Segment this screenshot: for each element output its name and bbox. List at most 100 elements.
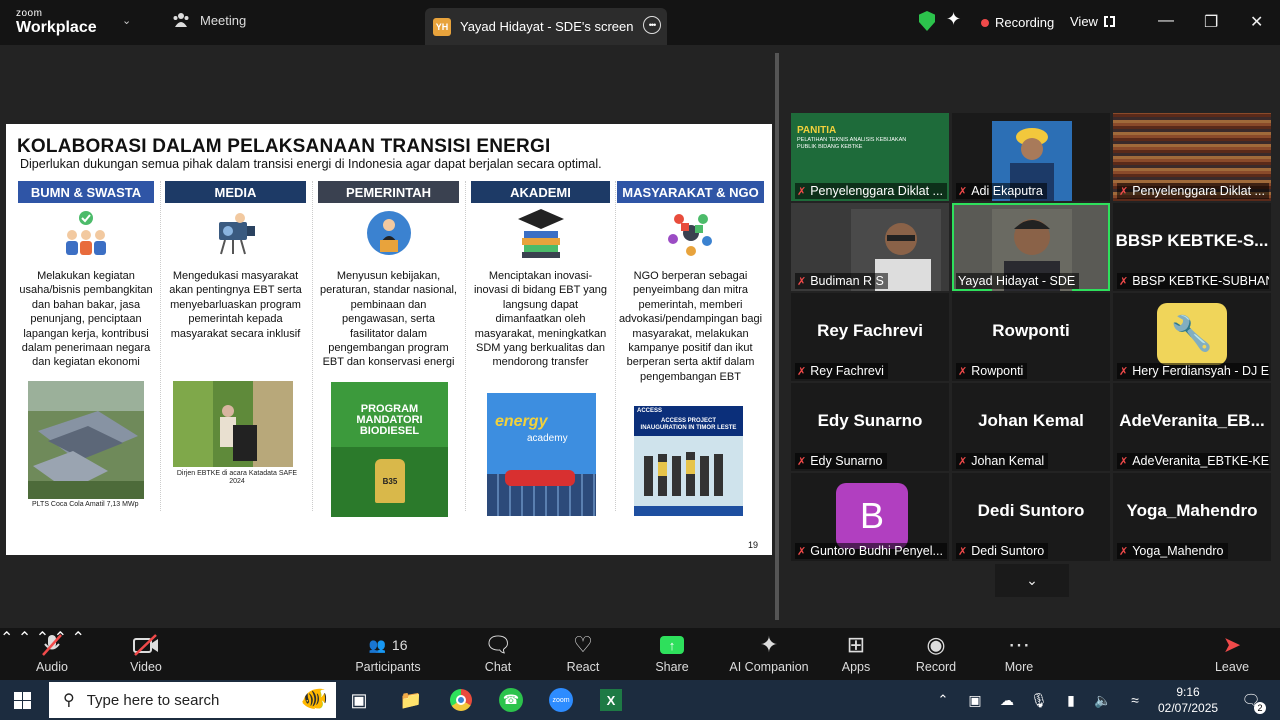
- view-label: View: [1070, 14, 1098, 29]
- task-view-icon[interactable]: ▣: [344, 686, 374, 714]
- more-button[interactable]: ⋯ More: [1000, 630, 1038, 674]
- more-label: More: [1004, 660, 1034, 674]
- onedrive-cloud-icon[interactable]: ☁: [992, 686, 1022, 714]
- mic-muted-icon: ✗: [797, 275, 807, 288]
- column-header: BUMN & SWASTA: [18, 181, 154, 203]
- chat-button[interactable]: 🗨 Chat: [480, 630, 516, 674]
- leave-button[interactable]: ➤ Leave: [1212, 630, 1252, 674]
- participant-tile[interactable]: BBSP KEBTKE-S... ✗BBSP KEBTKE-SUBHAN...: [1113, 203, 1271, 291]
- participant-tile[interactable]: ✗ Budiman R S: [791, 203, 949, 291]
- wifi-icon[interactable]: ≈: [1120, 686, 1150, 714]
- whatsapp-icon[interactable]: ☎: [496, 686, 526, 714]
- participant-name: AdeVeranita_EBTKE-KE...: [1132, 454, 1269, 468]
- screen-share-tab[interactable]: YH Yayad Hidayat - SDE's screen •••: [425, 8, 667, 45]
- mic-muted-icon: ✗: [1119, 545, 1129, 558]
- banner-subtitle: PELATIHAN TEKNIS ANALISIS KEBIJAKAN PUBL…: [797, 137, 907, 150]
- security-shield-icon[interactable]: [919, 11, 935, 31]
- participant-name: BBSP KEBTKE-SUBHAN...: [1132, 274, 1269, 288]
- participant-display-name: Yoga_Mahendro: [1126, 501, 1258, 520]
- mic-muted-icon: ✗: [1119, 185, 1129, 198]
- close-icon[interactable]: ✕: [1250, 12, 1263, 32]
- meeting-tab[interactable]: Meeting: [172, 12, 246, 28]
- podium-photo: [173, 381, 293, 467]
- participant-name: Edy Sunarno: [810, 454, 883, 468]
- clock-date: 02/07/2025: [1158, 701, 1219, 715]
- gallery-next-page-chevron-icon[interactable]: ⌄: [995, 564, 1069, 597]
- record-icon: ◉: [926, 632, 946, 657]
- tray-overflow-chevron-icon[interactable]: ⌃: [928, 686, 958, 714]
- more-options-icon[interactable]: •••: [643, 16, 661, 34]
- audio-label: Audio: [36, 660, 68, 674]
- search-icon: ⚲: [63, 692, 75, 709]
- excel-icon[interactable]: X: [596, 686, 626, 714]
- windows-start-icon[interactable]: [14, 692, 31, 709]
- participant-tile[interactable]: B ✗ Guntoro Budhi Penyel...: [791, 473, 949, 561]
- participant-name: Rey Fachrevi: [810, 364, 884, 378]
- video-button[interactable]: Video: [124, 630, 168, 674]
- battery-icon[interactable]: ▮: [1056, 686, 1086, 714]
- app-menu-chevron-icon[interactable]: ⌄: [122, 14, 131, 27]
- apps-button[interactable]: ⊞ Apps: [838, 630, 874, 674]
- view-button[interactable]: View: [1070, 14, 1115, 29]
- column-header: AKADEMI: [471, 181, 610, 203]
- participants-count: 16: [391, 637, 408, 653]
- camera-operator-icon: [165, 203, 306, 263]
- participant-tile[interactable]: Edy Sunarno ✗ Edy Sunarno: [791, 383, 949, 471]
- participant-name: Guntoro Budhi Penyel...: [810, 544, 943, 558]
- taskbar-search-input[interactable]: ⚲ Type here to search 🐠: [49, 682, 336, 718]
- heart-icon: ♡: [573, 632, 593, 657]
- leave-door-icon: ➤: [1222, 632, 1242, 657]
- presenter-avatar: YH: [433, 17, 451, 36]
- participant-tile[interactable]: ✗ Penyelenggara Diklat ...: [1113, 113, 1271, 201]
- participant-name: Rowponti: [971, 364, 1024, 378]
- share-button[interactable]: ↑ Share: [652, 630, 692, 674]
- mic-muted-icon: ✗: [958, 365, 968, 378]
- microphone-icon[interactable]: 🎙: [1024, 686, 1054, 714]
- participant-tile[interactable]: ✗ Adi Ekaputra: [952, 113, 1110, 201]
- react-button[interactable]: ♡ React: [563, 630, 603, 674]
- participant-tile[interactable]: PANITIA PELATIHAN TEKNIS ANALISIS KEBIJA…: [791, 113, 949, 201]
- audio-options-chevron-icon[interactable]: ⌃: [0, 630, 13, 647]
- ai-companion-button[interactable]: ✦ AI Companion: [726, 630, 812, 674]
- ai-sparkle-icon[interactable]: ✦: [946, 9, 961, 30]
- participants-button[interactable]: 👥 16 Participants: [352, 630, 424, 675]
- file-explorer-icon[interactable]: 📁: [396, 686, 426, 714]
- poster-line: ACCESS PROJECT: [660, 418, 716, 424]
- participant-tile[interactable]: Dedi Suntoro ✗ Dedi Suntoro: [952, 473, 1110, 561]
- audio-button[interactable]: Audio: [30, 630, 74, 674]
- participant-tile[interactable]: AdeVeranita_EB... ✗ AdeVeranita_EBTKE-KE.…: [1113, 383, 1271, 471]
- participant-name: Yoga_Mahendro: [1132, 544, 1224, 558]
- minimize-icon[interactable]: —: [1158, 12, 1174, 30]
- chrome-icon[interactable]: [446, 686, 476, 714]
- notifications-icon[interactable]: 🗨 2: [1236, 686, 1266, 714]
- participant-display-name: Edy Sunarno: [817, 411, 923, 430]
- column-text: Melakukan kegiatan usaha/bisnis pembangk…: [19, 270, 153, 369]
- recording-label: Recording: [995, 15, 1055, 30]
- system-clock[interactable]: 9:16 02/07/2025: [1158, 684, 1218, 716]
- record-button[interactable]: ◉ Record: [913, 630, 959, 674]
- logo-workplace-text: Workplace: [16, 19, 97, 36]
- participant-tile-active-speaker[interactable]: Yayad Hidayat - SDE: [952, 203, 1110, 291]
- windows-taskbar: ⚲ Type here to search 🐠 ▣ 📁 ☎ zoom X ⌃ ▣…: [0, 680, 1280, 720]
- shared-slide: KOLABORASI DALAM PELAKSANAAN TRANSISI EN…: [6, 124, 772, 555]
- fish-decoration-icon: 🐠: [300, 686, 328, 711]
- split-view-divider[interactable]: [775, 53, 779, 620]
- restore-icon[interactable]: ❐: [1204, 12, 1218, 32]
- recording-indicator[interactable]: Recording: [981, 15, 1054, 30]
- participant-tile[interactable]: Rowponti ✗ Rowponti: [952, 293, 1110, 381]
- participant-tile[interactable]: Johan Kemal ✗ Johan Kemal: [952, 383, 1110, 471]
- meeting-tab-label: Meeting: [200, 12, 247, 28]
- volume-icon[interactable]: 🔈: [1088, 686, 1118, 714]
- participant-display-name: Johan Kemal: [978, 411, 1084, 430]
- chat-label: Chat: [484, 660, 512, 674]
- participant-tile[interactable]: Rey Fachrevi ✗ Rey Fachrevi: [791, 293, 949, 381]
- participant-tile[interactable]: 🔧 ✗Hery Ferdiansyah - DJ EBT...: [1113, 293, 1271, 381]
- record-label: Record: [915, 660, 957, 674]
- leave-label: Leave: [1214, 660, 1250, 674]
- column-ngo: MASYARAKAT & NGO NGO berperan sebagai pe…: [617, 181, 764, 541]
- tray-display-icon[interactable]: ▣: [960, 686, 990, 714]
- poster-line: energy: [495, 413, 548, 430]
- zoom-app-icon[interactable]: zoom: [546, 686, 576, 714]
- participant-tile[interactable]: Yoga_Mahendro ✗ Yoga_Mahendro: [1113, 473, 1271, 561]
- notification-count: 2: [1254, 702, 1266, 714]
